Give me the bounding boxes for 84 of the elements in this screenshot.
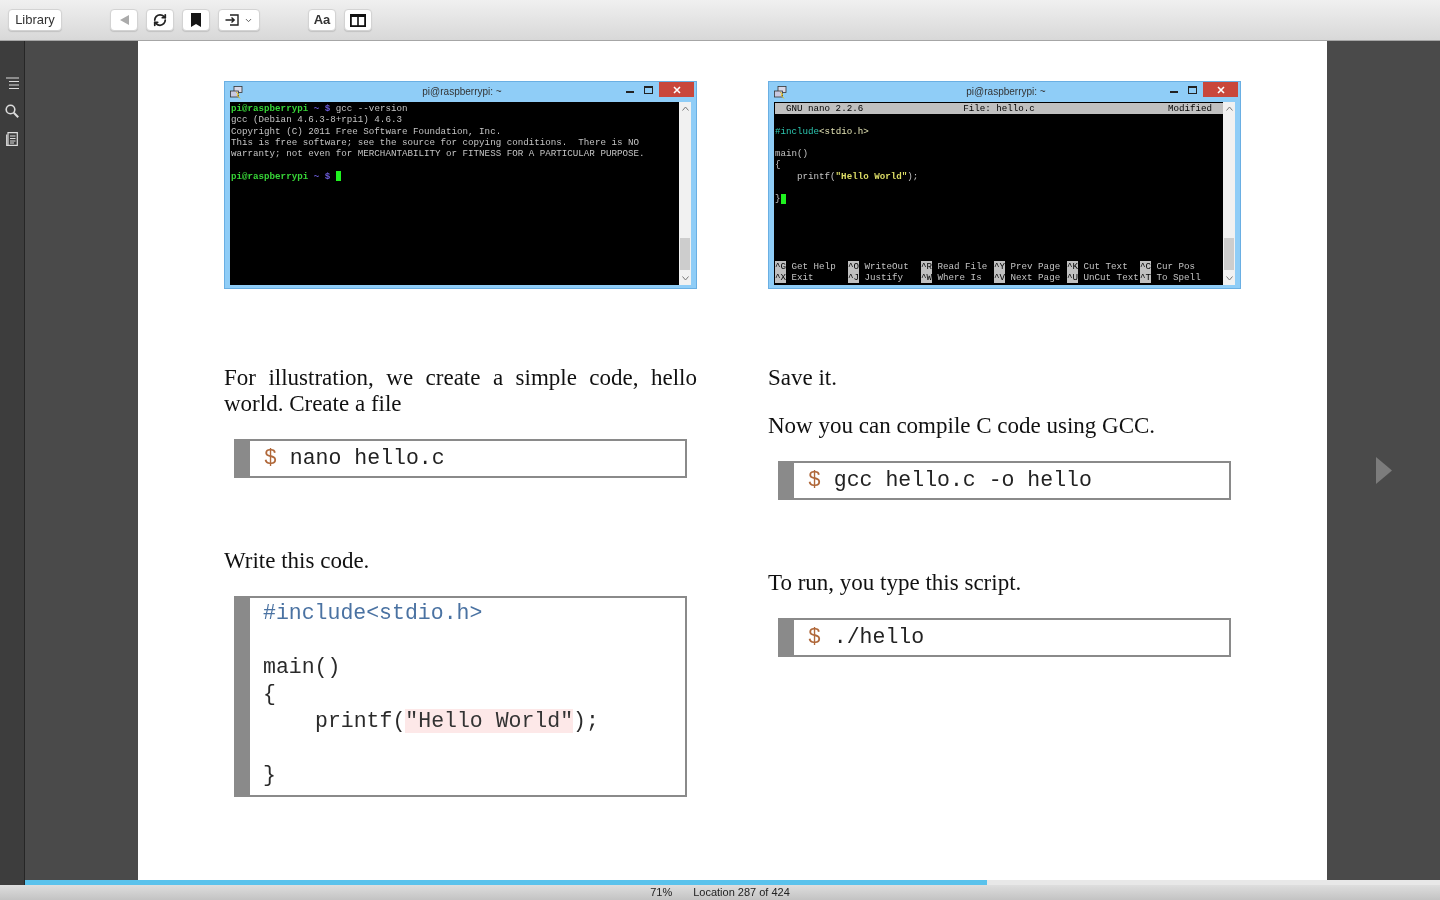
shortcut-label: Read File (937, 260, 988, 272)
refresh-icon (153, 13, 167, 27)
terminal-line: warranty; not even for MERCHANTABILITY or FITNESS FOR A PARTICULAR PURPOSE. (231, 148, 645, 160)
shortcut-key: ^R (921, 260, 933, 272)
shortcut-key: ^C (1140, 260, 1152, 272)
percent-read: 71% (650, 885, 673, 900)
search-icon[interactable] (5, 104, 19, 118)
scrollbar-thumb[interactable] (680, 238, 690, 270)
body-text: Now you can compile C code using GCC. (768, 413, 1157, 439)
code-line: #include<stdio.h> (775, 125, 869, 137)
terminal-line: This is free software; see the source for copying conditions. There is NO (231, 136, 639, 148)
close-icon (672, 85, 681, 94)
shortcut-label: To Spell (1156, 271, 1201, 283)
terminal-line: Copyright (C) 2011 Free Software Foundation, Inc. (231, 125, 502, 137)
body-text: Write this code. (224, 548, 371, 574)
scroll-up-icon (1225, 106, 1233, 111)
refresh-button[interactable] (146, 9, 174, 31)
shortcut-key: ^Y (994, 260, 1006, 272)
shortcut-label: Cur Pos (1156, 260, 1196, 272)
shortcut-label: UnCut Text (1083, 271, 1139, 283)
shortcut-label: Get Help (791, 260, 836, 272)
library-button[interactable]: Library (8, 9, 62, 31)
computer-icon (774, 85, 787, 99)
shortcut-key: ^G (775, 260, 787, 272)
shortcut-key: ^T (1140, 271, 1152, 283)
shortcut-key: ^O (848, 260, 860, 272)
maximize-icon[interactable] (1188, 86, 1197, 94)
shortcut-label: Exit (791, 271, 814, 283)
body-text: For illustration, we create a simple code, hello world. Create a file (224, 365, 697, 417)
code-line: } (775, 193, 781, 205)
go-to-icon (225, 14, 239, 26)
close-button[interactable] (659, 82, 694, 97)
file-status: Modified (1166, 103, 1212, 115)
command-line: $ gcc hello.c -o hello (808, 467, 1092, 495)
shortcut-label: Prev Page (1010, 260, 1061, 272)
scroll-down-icon (1225, 276, 1233, 281)
scroll-down-icon (681, 276, 689, 281)
notes-icon[interactable] (6, 132, 18, 146)
scrollbar-thumb[interactable] (1224, 238, 1234, 270)
go-to-button[interactable] (218, 9, 260, 31)
command-line: $ ./hello (808, 624, 925, 652)
shortcut-label: Cut Text (1083, 260, 1128, 272)
bookmark-icon (191, 13, 201, 27)
shortcut-key: ^V (994, 271, 1006, 283)
scroll-up-icon (681, 106, 689, 111)
body-text: To run, you type this script. (768, 570, 1023, 596)
code-line: printf("Hello World"); (797, 170, 919, 182)
maximize-icon[interactable] (644, 86, 653, 94)
code-line: #include<stdio.h> (263, 600, 483, 628)
shortcut-key: ^J (848, 271, 860, 283)
code-line: main() (263, 654, 341, 682)
back-arrow-icon (119, 15, 129, 25)
file-name: File: hello.c (962, 103, 1036, 115)
code-line: main() (775, 148, 809, 160)
terminal-line: pi@raspberrypi ~ $ (231, 170, 331, 182)
shortcut-label: Where Is (937, 271, 982, 283)
terminal-line: gcc (Debian 4.6.3-8+rpi1) 4.6.3 (231, 114, 402, 126)
location-text: Location 287 of 424 (693, 885, 790, 900)
font-button[interactable]: Aa (308, 9, 336, 31)
body-text: Save it. (768, 365, 838, 391)
shortcut-key: ^K (1067, 260, 1079, 272)
shortcut-key: ^X (775, 271, 787, 283)
editor-name: GNU nano 2.2.6 (786, 103, 865, 115)
code-line: } (263, 762, 276, 790)
window-title: pi@raspberrypi: ~ (422, 86, 502, 98)
close-icon (1216, 85, 1225, 94)
command-line: $ nano hello.c (264, 445, 445, 473)
code-line: { (263, 681, 276, 709)
scrollbar[interactable] (1223, 102, 1235, 285)
shortcut-key: ^W (921, 271, 933, 283)
two-columns-icon (350, 13, 366, 27)
contents-list-icon[interactable] (5, 77, 19, 90)
bookmark-button[interactable] (182, 9, 210, 31)
layout-button[interactable] (344, 9, 372, 31)
terminal-line: pi@raspberrypi ~ $ gcc --version (231, 103, 408, 115)
code-line: { (775, 159, 781, 171)
computer-icon (230, 85, 243, 99)
shortcut-key: ^U (1067, 271, 1079, 283)
shortcut-label: Next Page (1010, 271, 1061, 283)
window-title: pi@raspberrypi: ~ (966, 86, 1046, 98)
shortcut-label: WriteOut (864, 260, 909, 272)
close-button[interactable] (1203, 82, 1238, 97)
scrollbar[interactable] (679, 102, 691, 285)
shortcut-label: Justify (864, 271, 904, 283)
